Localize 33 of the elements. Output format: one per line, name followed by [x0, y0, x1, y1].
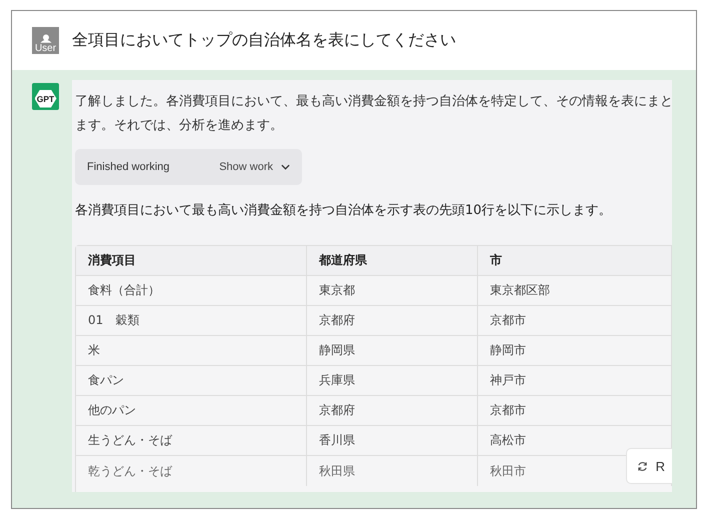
refresh-icon	[636, 460, 648, 472]
regenerate-button[interactable]: R	[626, 448, 672, 484]
user-message: 全項目においてトップの自治体名を表にしてください	[72, 30, 456, 51]
table-cell: 秋田県	[307, 456, 478, 486]
table-cell: 京都府	[307, 306, 478, 336]
table-cell: 東京都区部	[478, 276, 672, 306]
show-work-button[interactable]: Show work	[219, 161, 290, 173]
work-status: Finished working	[87, 161, 170, 173]
table-cell: 生うどん・そば	[76, 426, 307, 456]
table-cell: 食パン	[76, 366, 307, 396]
table-cell: 兵庫県	[307, 366, 478, 396]
table-cell: 東京都	[307, 276, 478, 306]
table-cell: 乾うどん・そば	[76, 456, 307, 486]
avatar-label: GPT	[34, 90, 56, 108]
table-cell: 神戸市	[478, 366, 672, 396]
table-cell: 他のパン	[76, 396, 307, 426]
table-cell: 静岡市	[478, 336, 672, 366]
table-cell: 米	[76, 336, 307, 366]
table-cell: 京都市	[478, 306, 672, 336]
person-icon	[38, 34, 52, 43]
table-cell: 01 穀類	[76, 306, 307, 336]
column-header: 消費項目	[76, 246, 307, 276]
avatar-label: User	[34, 43, 56, 54]
response-text: 了解しました。各消費項目において、最も高い消費金額を持つ自治体を特定して、その情報を表にまと	[75, 93, 672, 111]
table-cell: 静岡県	[307, 336, 478, 366]
column-header: 市	[478, 246, 672, 276]
table-cell: 京都府	[307, 396, 478, 426]
table-cell: 食料（合計）	[76, 276, 307, 306]
table-cell: 香川県	[307, 426, 478, 456]
column-header: 都道府県	[307, 246, 478, 276]
response-text: ます。それでは、分析を進めます。	[75, 117, 284, 135]
table-cell: 京都市	[478, 396, 672, 426]
summary-text: 各消費項目において最も高い消費金額を持つ自治体を示す表の先頭10行を以下に示します。	[75, 202, 613, 220]
